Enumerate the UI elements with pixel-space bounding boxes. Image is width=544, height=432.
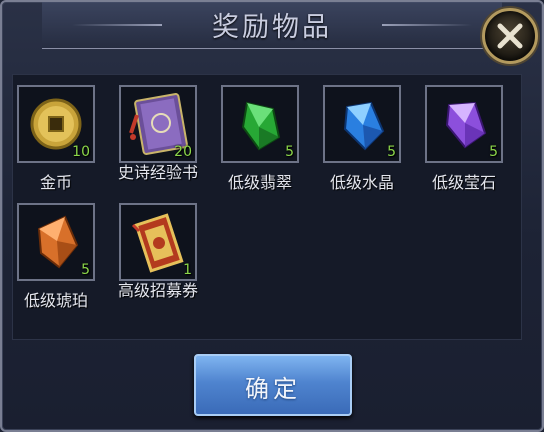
item-label: 低级琥珀 bbox=[23, 291, 88, 310]
reward-items-panel: 10 金币 20 史诗经验书 5 低级翡翠 5 低级水晶 5 低级莹石 5 低级… bbox=[12, 74, 522, 340]
item-label: 低级莹石 bbox=[431, 173, 496, 192]
item-quantity: 5 bbox=[387, 144, 396, 160]
item-slot-crystal[interactable]: 5 bbox=[323, 85, 401, 163]
close-x-icon bbox=[497, 23, 523, 49]
item-quantity: 5 bbox=[285, 144, 294, 160]
item-label: 低级翡翠 bbox=[227, 173, 292, 192]
title-bar: 奖励物品 bbox=[42, 2, 502, 49]
item-label: 史诗经验书 bbox=[117, 163, 198, 182]
dialog-title: 奖励物品 bbox=[212, 12, 332, 43]
item-quantity: 1 bbox=[183, 262, 192, 278]
item-slot-recruit-ticket[interactable]: 1 bbox=[119, 203, 197, 281]
item-slot-gold-coin[interactable]: 10 bbox=[17, 85, 95, 163]
item-label: 高级招募券 bbox=[117, 281, 198, 300]
item-quantity: 5 bbox=[489, 144, 498, 160]
item-slot-fluorite[interactable]: 5 bbox=[425, 85, 503, 163]
reward-dialog: 奖励物品 10 金币 20 史诗经验书 5 低级翡翠 5 低级水晶 5 低级莹石… bbox=[0, 0, 544, 432]
confirm-button[interactable]: 确定 bbox=[194, 354, 352, 416]
item-label: 低级水晶 bbox=[329, 173, 394, 192]
confirm-button-label: 确定 bbox=[245, 375, 301, 403]
item-label: 金币 bbox=[39, 173, 72, 192]
item-slot-epic-exp-book[interactable]: 20 bbox=[119, 85, 197, 163]
close-button[interactable] bbox=[482, 8, 538, 64]
item-quantity: 10 bbox=[72, 144, 90, 160]
item-quantity: 20 bbox=[174, 144, 192, 160]
item-slot-amber[interactable]: 5 bbox=[17, 203, 95, 281]
item-quantity: 5 bbox=[81, 262, 90, 278]
item-slot-emerald[interactable]: 5 bbox=[221, 85, 299, 163]
